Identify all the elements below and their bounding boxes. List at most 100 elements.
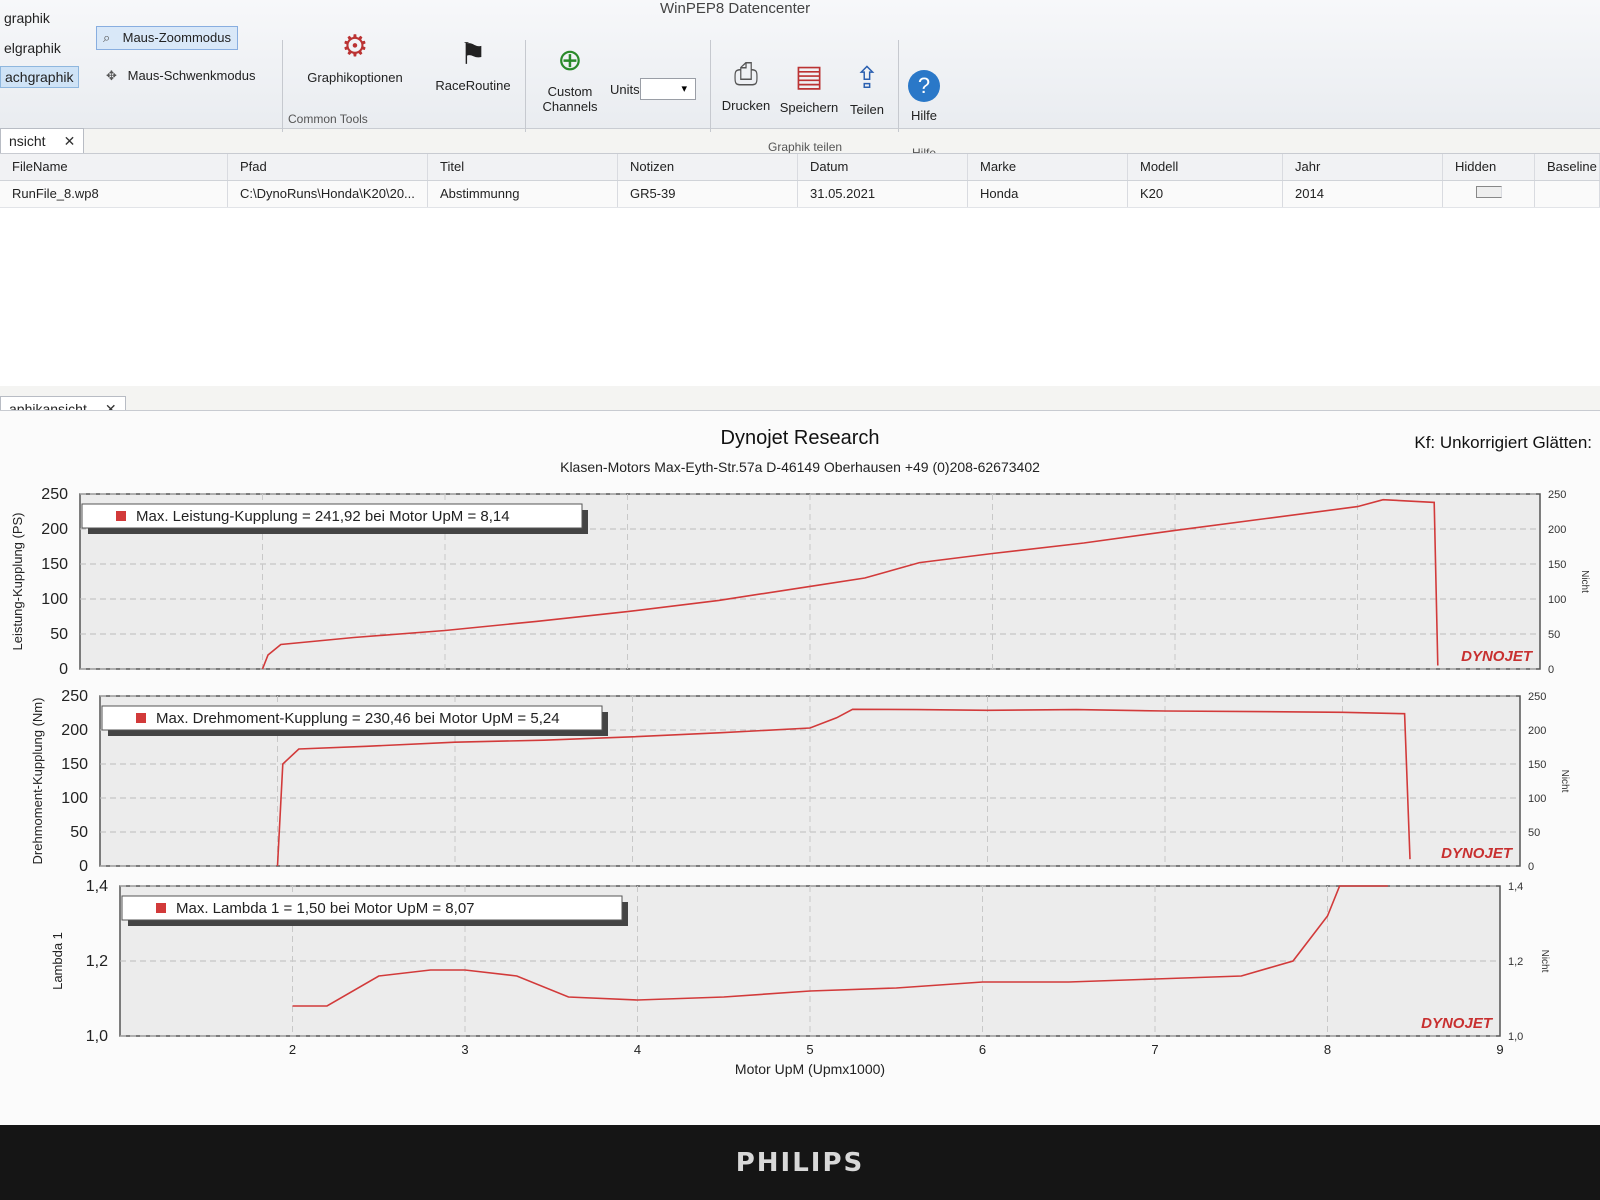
graph-options-button[interactable]: ⚙ Graphikoptionen: [300, 30, 410, 85]
column-header-notizen[interactable]: Notizen: [618, 154, 798, 180]
x-tick-label: 3: [461, 1042, 468, 1057]
chart-panel-1: 0 0 50 50 100 100 150 150 200 200 250 250 Leistung-K…: [10, 486, 1590, 678]
y-tick-label: 100: [41, 591, 68, 608]
y-tick-label: 50: [50, 626, 68, 643]
zoom-icon: ⌕: [103, 30, 111, 45]
close-icon[interactable]: ✕: [64, 133, 76, 149]
legend-swatch: [116, 511, 126, 521]
share-group-label: Graphik teilen: [768, 140, 843, 154]
tab-file-view[interactable]: nsicht ✕: [0, 128, 85, 154]
save-label: Speichern: [779, 100, 839, 115]
printer-icon: ⎙: [734, 58, 758, 91]
cell-baseline: [1535, 181, 1600, 207]
y2-tick-label: 1,0: [1508, 1031, 1523, 1043]
legend-label: Max. Lambda 1 = 1,50 bei Motor UpM = 8,0…: [176, 900, 475, 917]
y-axis-label: Lambda 1: [50, 932, 65, 990]
cell-notizen: GR5-39: [618, 181, 798, 207]
dynojet-watermark: DYNOJET: [1461, 648, 1534, 665]
y2-axis-label: Nicht: [1539, 950, 1550, 973]
cell-modell: K20: [1128, 181, 1283, 207]
graph-view: Dynojet Research Klasen-Motors Max-Eyth-…: [0, 410, 1600, 1125]
monitor-brand-logo: PHILIPS: [735, 1148, 865, 1178]
zoom-mode-button[interactable]: ⌕ Maus-Zoommodus: [96, 26, 238, 50]
pan-mode-label: Maus-Schwenkmodus: [127, 68, 256, 83]
left-menu-item-achgraphik[interactable]: achgraphik: [0, 66, 79, 88]
cell-titel: Abstimmunng: [428, 181, 618, 207]
x-axis-label: Motor UpM (Upmx1000): [735, 1061, 885, 1077]
y-tick-label: 250: [41, 486, 68, 503]
y2-tick-label: 250: [1548, 489, 1566, 501]
y2-tick-label: 250: [1528, 691, 1546, 703]
column-header-pfad[interactable]: Pfad: [228, 154, 428, 180]
column-header-datum[interactable]: Datum: [798, 154, 968, 180]
column-header-modell[interactable]: Modell: [1128, 154, 1283, 180]
y-axis-label: Drehmoment-Kupplung (Nm): [30, 698, 45, 865]
x-tick-label: 7: [1151, 1042, 1158, 1057]
print-button[interactable]: ⎙ Drucken: [718, 58, 774, 113]
chart-title: Dynojet Research: [720, 427, 880, 449]
y-tick-label: 50: [70, 824, 88, 841]
custom-channels-label-1: Custom: [547, 84, 593, 99]
file-grid: FileName Pfad Titel Notizen Datum Marke …: [0, 153, 1600, 386]
custom-channels-button[interactable]: ⊕ Custom Channels: [535, 44, 605, 114]
cell-marke: Honda: [968, 181, 1128, 207]
y-tick-label: 1,4: [86, 878, 108, 895]
share-label: Teilen: [850, 102, 884, 117]
x-tick-label: 5: [806, 1042, 813, 1057]
y-tick-label: 200: [61, 722, 88, 739]
dyno-charts[interactable]: 0 050 50100 100150 150200 200250 250Leistung-K…: [0, 486, 1600, 1125]
y2-tick-label: 200: [1548, 524, 1566, 536]
checkered-flag-icon: ⚑: [459, 38, 487, 71]
cell-filename: RunFile_8.wp8: [0, 181, 228, 207]
pan-mode-button[interactable]: ✥ Maus-Schwenkmodus: [106, 68, 256, 84]
column-header-marke[interactable]: Marke: [968, 154, 1128, 180]
smoothing-label: Kf: Unkorrigiert Glätten:: [1414, 433, 1592, 452]
legend-swatch: [136, 713, 146, 723]
cell-pfad: C:\DynoRuns\Honda\K20\20...: [228, 181, 428, 207]
y-tick-label: 1,2: [86, 953, 108, 970]
y-tick-label: 200: [41, 521, 68, 538]
save-button[interactable]: ▤ Speichern: [778, 60, 840, 115]
y-tick-label: 100: [61, 790, 88, 807]
y2-axis-label: Nicht: [1559, 770, 1570, 793]
column-header-filename[interactable]: FileName: [0, 154, 228, 180]
share-button[interactable]: ⇪ Teilen: [842, 62, 892, 117]
race-routine-label: RaceRoutine: [435, 78, 511, 93]
column-header-jahr[interactable]: Jahr: [1283, 154, 1443, 180]
race-routine-button[interactable]: ⚑ RaceRoutine: [428, 38, 518, 93]
column-header-hidden[interactable]: Hidden: [1443, 154, 1535, 180]
common-tools-group-label: Common Tools: [288, 112, 368, 126]
cell-hidden: [1443, 181, 1535, 207]
y-tick-label: 0: [79, 858, 88, 875]
y2-axis-label: Nicht: [1579, 570, 1590, 593]
column-header-baseline[interactable]: Baseline: [1535, 154, 1600, 180]
share-icon: ⇪: [854, 62, 880, 95]
help-icon: ?: [908, 70, 940, 102]
help-button[interactable]: ? Hilfe: [902, 70, 946, 123]
hidden-checkbox[interactable]: [1475, 186, 1502, 198]
y-tick-label: 150: [61, 756, 88, 773]
y2-tick-label: 50: [1548, 629, 1560, 641]
y-tick-label: 150: [41, 556, 68, 573]
x-tick-label: 4: [634, 1042, 641, 1057]
print-label: Drucken: [721, 98, 771, 113]
left-menu-item-elgraphik[interactable]: elgraphik: [0, 38, 65, 58]
graph-options-label: Graphikoptionen: [307, 70, 403, 85]
x-tick-label: 6: [979, 1042, 986, 1057]
y2-tick-label: 0: [1528, 861, 1534, 873]
y2-tick-label: 100: [1528, 793, 1546, 805]
y2-tick-label: 200: [1528, 725, 1546, 737]
x-tick-label: 2: [289, 1042, 296, 1057]
dynojet-watermark: DYNOJET: [1421, 1015, 1494, 1032]
units-dropdown[interactable]: ▾: [640, 78, 696, 100]
cell-jahr: 2014: [1283, 181, 1443, 207]
cell-datum: 31.05.2021: [798, 181, 968, 207]
x-tick-label: 8: [1324, 1042, 1331, 1057]
y2-tick-label: 150: [1548, 559, 1566, 571]
left-menu-item-graphik[interactable]: graphik: [0, 8, 54, 28]
dynojet-watermark: DYNOJET: [1441, 845, 1514, 862]
y2-tick-label: 1,2: [1508, 956, 1523, 968]
y-tick-label: 0: [59, 661, 68, 678]
table-row[interactable]: RunFile_8.wp8 C:\DynoRuns\Honda\K20\20..…: [0, 181, 1600, 208]
column-header-titel[interactable]: Titel: [428, 154, 618, 180]
